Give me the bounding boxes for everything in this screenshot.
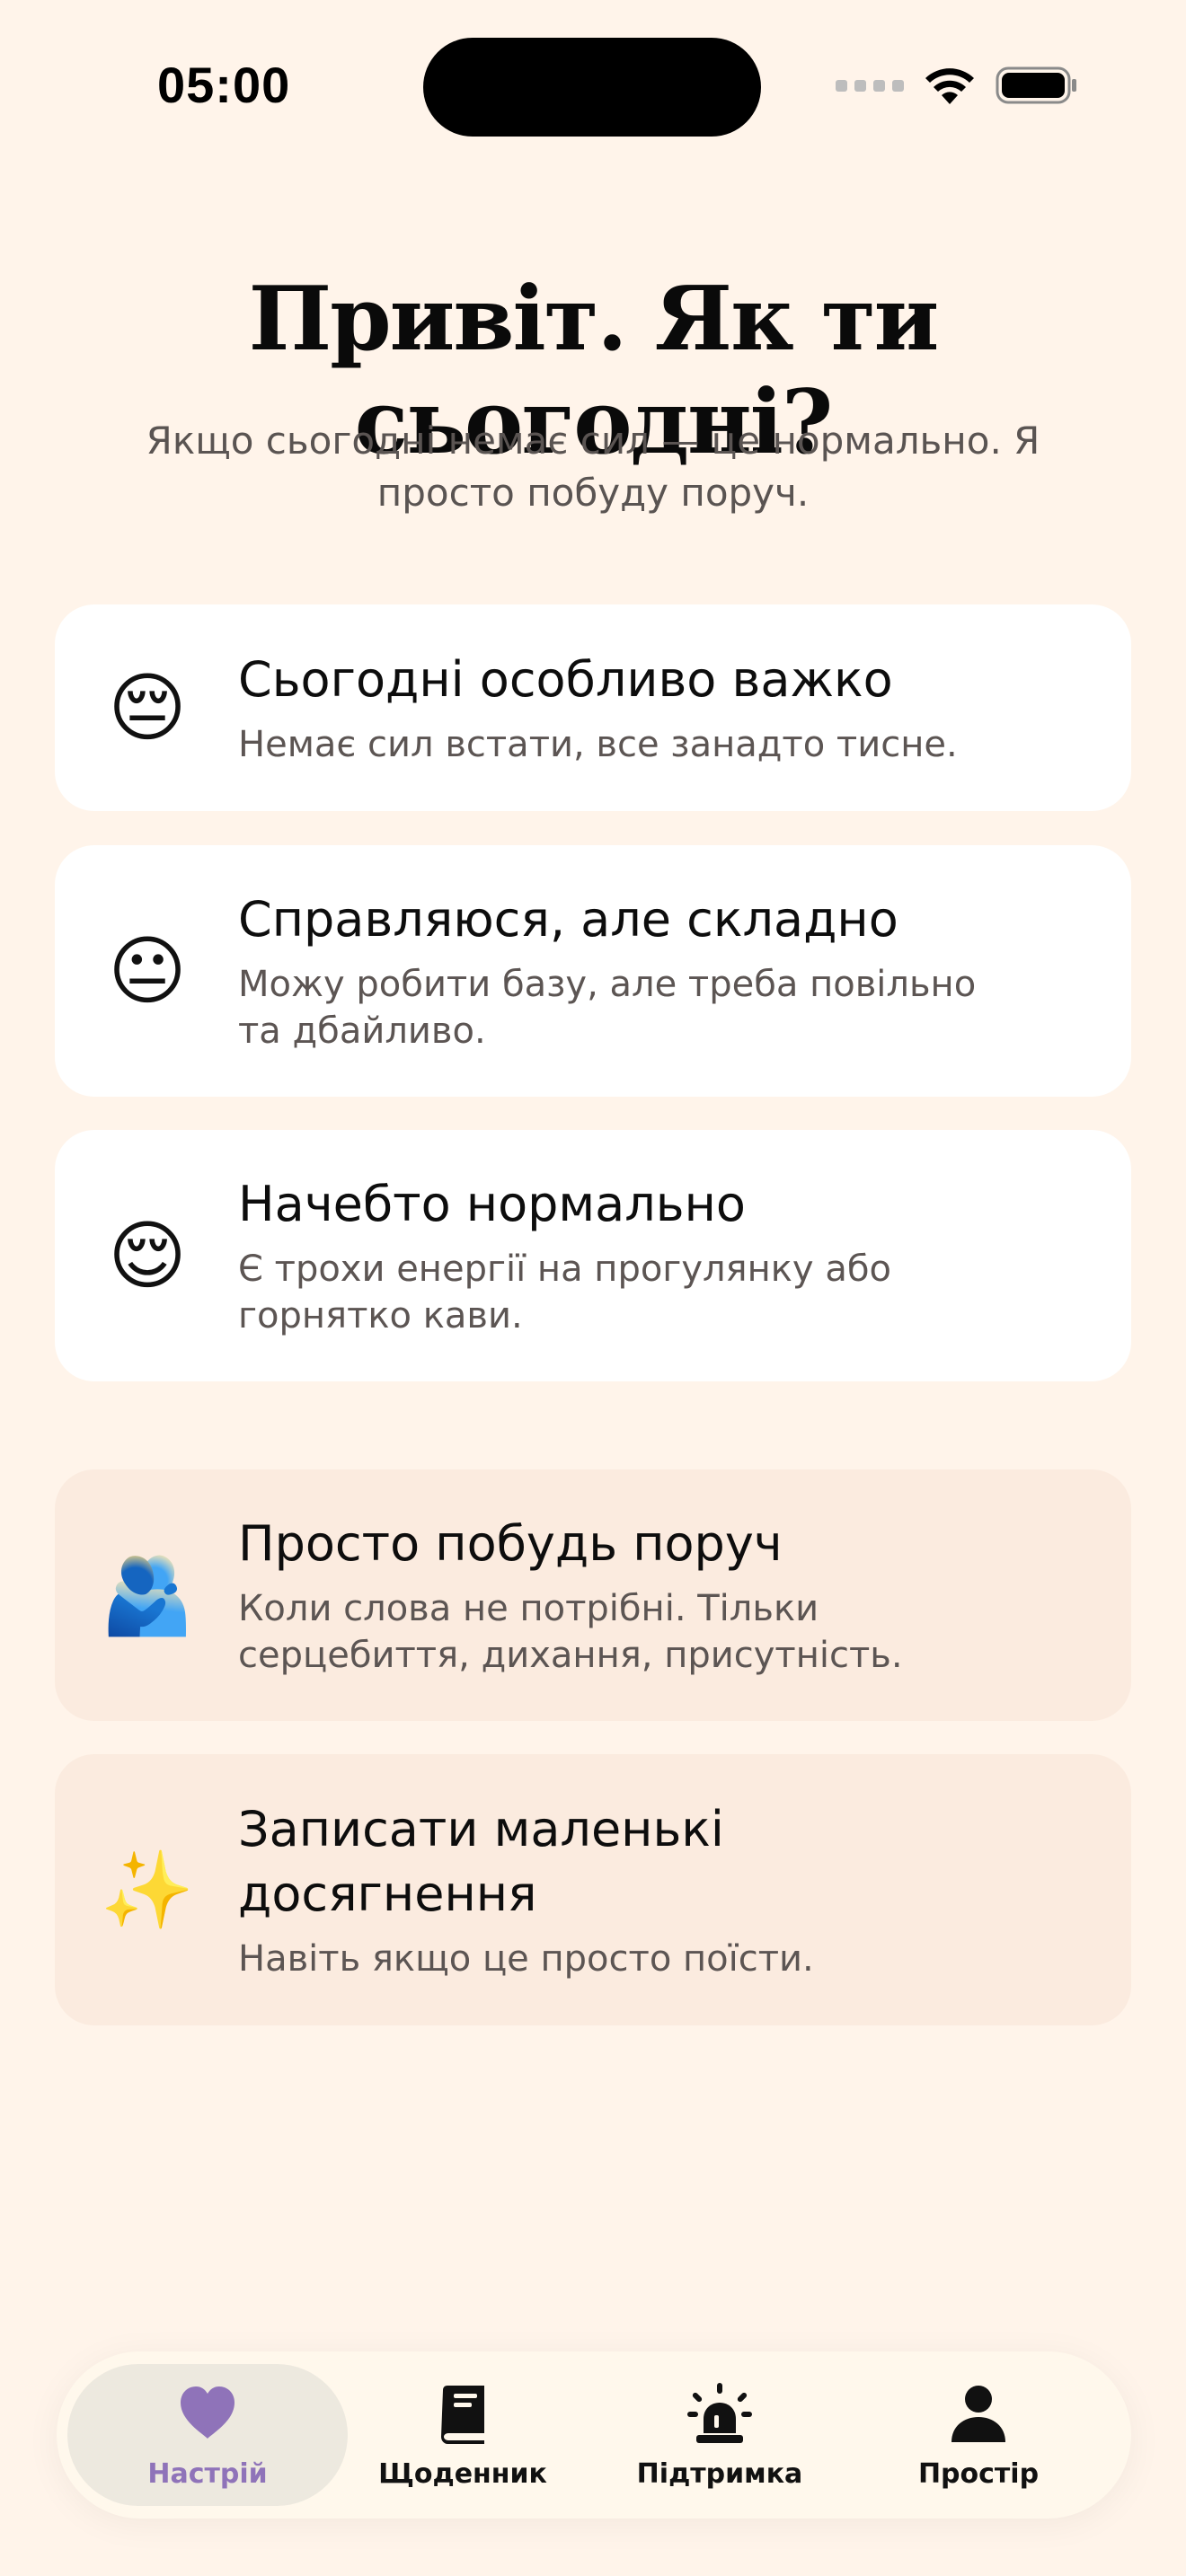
heart-icon xyxy=(181,2386,235,2439)
mood-card-okay[interactable]: 😌 Начебто нормально Є трохи енергії на п… xyxy=(55,1130,1131,1381)
tab-label: Щоденник xyxy=(378,2457,547,2490)
tab-bar: Настрій Щоденник Підтримка Простір xyxy=(57,2351,1131,2519)
status-indicators xyxy=(836,65,1078,106)
book-icon xyxy=(441,2385,484,2444)
mood-card-description: Є трохи енергії на прогулянку або горнят… xyxy=(238,1248,891,1337)
page-subtitle: Якщо сьогодні немає сил — це нормально. … xyxy=(146,419,1040,515)
mood-card-description: Можу робити базу, але треба повільно та … xyxy=(238,964,977,1052)
action-card-text: Просто побудь поруч Коли слова не потріб… xyxy=(238,1512,987,1679)
action-card-description: Коли слова не потрібні. Тільки серцебитт… xyxy=(238,1588,903,1676)
relieved-face-icon: 😌 xyxy=(108,1212,187,1300)
tab-support[interactable]: Підтримка xyxy=(580,2364,860,2506)
mood-card-coping[interactable]: 😐 Справляюся, але складно Можу робити ба… xyxy=(55,845,1131,1097)
wifi-icon xyxy=(925,68,974,104)
action-card-achievements[interactable]: ✨ Записати маленькі досягнення Навіть як… xyxy=(55,1754,1131,2025)
mood-card-title: Сьогодні особливо важко xyxy=(238,651,893,708)
mood-card-title: Справляюся, але складно xyxy=(238,891,898,948)
pensive-face-icon: 😔 xyxy=(108,664,187,752)
cellular-signal-icon xyxy=(836,79,904,92)
mood-card-hard[interactable]: 😔 Сьогодні особливо важко Немає сил вста… xyxy=(55,604,1131,811)
neutral-face-icon: 😐 xyxy=(108,927,187,1015)
battery-icon xyxy=(996,66,1076,104)
mood-card-text: Начебто нормально Є трохи енергії на про… xyxy=(238,1172,987,1339)
dynamic-island xyxy=(423,38,761,137)
tab-label: Настрій xyxy=(147,2457,268,2490)
tab-label: Простір xyxy=(917,2457,1040,2490)
sparkles-icon: ✨ xyxy=(100,1846,195,1934)
mood-card-title: Начебто нормально xyxy=(238,1176,746,1232)
action-card-be-near[interactable]: 🫂 Просто побудь поруч Коли слова не потр… xyxy=(55,1469,1131,1721)
siren-icon xyxy=(687,2382,752,2443)
action-card-title: Просто побудь поруч xyxy=(238,1515,783,1572)
screen: 05:00 Привіт. Як ти сьогодні? Якщо сього… xyxy=(0,0,1186,2576)
tab-space[interactable]: Простір xyxy=(838,2364,1119,2506)
mood-card-text: Справляюся, але складно Можу робити базу… xyxy=(238,887,987,1054)
tab-journal[interactable]: Щоденник xyxy=(323,2364,603,2506)
action-card-title: Записати маленькі досягнення xyxy=(238,1801,724,1922)
action-card-text: Записати маленькі досягнення Навіть якщо… xyxy=(238,1797,987,1982)
tab-mood[interactable]: Настрій xyxy=(67,2364,348,2506)
mood-card-text: Сьогодні особливо важко Немає сил встати… xyxy=(238,648,987,768)
person-icon xyxy=(951,2385,1005,2442)
action-card-description: Навіть якщо це просто поїсти. xyxy=(238,1938,814,1980)
people-hugging-icon: 🫂 xyxy=(100,1551,195,1639)
mood-card-description: Немає сил встати, все занадто тисне. xyxy=(238,724,958,765)
tab-label: Підтримка xyxy=(636,2457,803,2490)
status-time: 05:00 xyxy=(157,57,291,113)
